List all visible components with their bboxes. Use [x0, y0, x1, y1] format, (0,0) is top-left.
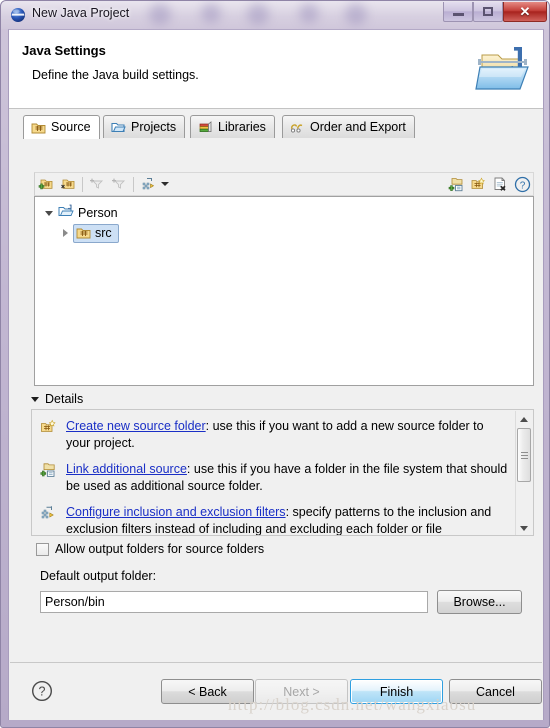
collapse-arrow-icon[interactable] — [63, 229, 68, 237]
tree-item-label: Person — [78, 206, 118, 220]
scrollbar-thumb[interactable] — [517, 428, 531, 482]
projects-folder-icon — [111, 120, 126, 134]
minimize-icon — [452, 13, 464, 16]
details-scrollbar[interactable] — [515, 411, 532, 535]
tab-label: Order and Export — [310, 119, 406, 134]
wizard-banner: Java Settings Define the Java build sett… — [9, 30, 543, 109]
eclipse-sphere-icon — [10, 7, 26, 23]
tab-label: Libraries — [218, 119, 266, 134]
allow-output-folders-row[interactable]: Allow output folders for source folders — [36, 542, 264, 556]
add-folder-button[interactable] — [35, 174, 57, 194]
link-source-button[interactable] — [57, 174, 79, 194]
configure-filters-button[interactable] — [137, 174, 159, 194]
source-folder-icon — [76, 226, 91, 240]
create-new-source-folder-button[interactable] — [467, 174, 489, 194]
add-inclusion-filter-button[interactable] — [86, 174, 108, 194]
expand-arrow-icon[interactable] — [45, 210, 53, 216]
configure-filters-link[interactable]: Configure inclusion and exclusion filter… — [66, 505, 286, 519]
triangle-up-icon — [520, 416, 528, 422]
tab-libraries[interactable]: Libraries — [190, 115, 275, 138]
java-folder-banner-icon — [472, 37, 534, 99]
tree-item-label: src — [95, 226, 112, 240]
allow-output-folders-checkbox[interactable] — [36, 542, 49, 556]
tree-item-src[interactable]: src — [35, 223, 533, 243]
configure-filters-icon — [40, 505, 58, 521]
detail-link-additional-source: Link additional source: use this if you … — [32, 461, 533, 495]
tab-label: Source — [51, 120, 91, 135]
close-button[interactable]: ✕ — [503, 2, 547, 22]
link-additional-source-button[interactable] — [445, 174, 467, 194]
detail-create-new-source-folder: Create new source folder: use this if yo… — [32, 418, 533, 452]
buildpath-tree[interactable]: Person src — [34, 196, 534, 386]
scroll-up-button[interactable] — [516, 411, 532, 427]
tree-item-person[interactable]: Person — [35, 203, 533, 223]
tab-projects[interactable]: Projects — [103, 115, 186, 138]
link-additional-source-icon — [40, 462, 58, 478]
close-icon: ✕ — [519, 4, 531, 19]
svg-text:?: ? — [39, 684, 46, 698]
help-icon[interactable]: ? — [31, 680, 53, 702]
order-export-icon — [290, 120, 305, 134]
tab-source[interactable]: Source — [23, 115, 100, 139]
java-project-icon — [58, 204, 74, 222]
source-folder-icon — [31, 121, 46, 135]
tab-label: Projects — [131, 119, 177, 134]
maximize-button[interactable] — [473, 2, 503, 22]
dialog-window: New Java Project ✕ Java Settings Define … — [0, 0, 550, 728]
grip-icon — [520, 450, 528, 461]
browse-button[interactable]: Browse... — [437, 590, 522, 614]
remove-from-buildpath-button[interactable] — [489, 174, 511, 194]
default-output-folder-input[interactable] — [40, 591, 428, 613]
page-title: Java Settings — [22, 43, 106, 58]
finish-button[interactable]: Finish — [350, 679, 443, 704]
details-label: Details — [45, 392, 84, 406]
buildpath-toolbar: ? — [34, 172, 534, 196]
add-exclusion-filter-button[interactable] — [108, 174, 130, 194]
window-title: New Java Project — [32, 6, 130, 20]
toolbar-separator — [82, 176, 83, 192]
detail-configure-filters: Configure inclusion and exclusion filter… — [32, 504, 533, 535]
triangle-down-icon — [520, 525, 528, 531]
dialog-button-bar: ? < Back Next > Finish Cancel — [9, 663, 543, 720]
create-new-source-folder-link[interactable]: Create new source folder — [66, 419, 206, 433]
details-panel: Create new source folder: use this if yo… — [31, 409, 534, 536]
details-section-header[interactable]: Details — [31, 392, 83, 406]
back-button[interactable]: < Back — [161, 679, 254, 704]
minimize-button[interactable] — [443, 2, 473, 22]
tree-item-selection[interactable]: src — [73, 223, 119, 243]
link-additional-source-link[interactable]: Link additional source — [66, 462, 187, 476]
scroll-down-button[interactable] — [516, 520, 532, 535]
tabstrip: Source Projects Libraries Order and Expo… — [23, 115, 529, 139]
tab-order-and-export[interactable]: Order and Export — [282, 115, 415, 138]
help-button[interactable]: ? — [511, 174, 533, 194]
chevron-down-icon[interactable] — [31, 396, 39, 402]
dialog-client-area: Java Settings Define the Java build sett… — [8, 29, 544, 720]
next-button: Next > — [255, 679, 348, 704]
page-subtitle: Define the Java build settings. — [32, 68, 199, 82]
cancel-button[interactable]: Cancel — [449, 679, 542, 704]
libraries-books-icon — [198, 120, 213, 134]
toolbar-separator — [133, 176, 134, 192]
allow-output-folders-label: Allow output folders for source folders — [55, 542, 265, 556]
default-output-folder-label: Default output folder: — [40, 569, 157, 583]
maximize-icon — [483, 7, 493, 16]
svg-text:?: ? — [519, 180, 525, 191]
create-new-source-folder-icon — [40, 419, 58, 435]
chevron-down-icon[interactable] — [161, 182, 169, 186]
titlebar[interactable]: New Java Project ✕ — [1, 1, 549, 29]
